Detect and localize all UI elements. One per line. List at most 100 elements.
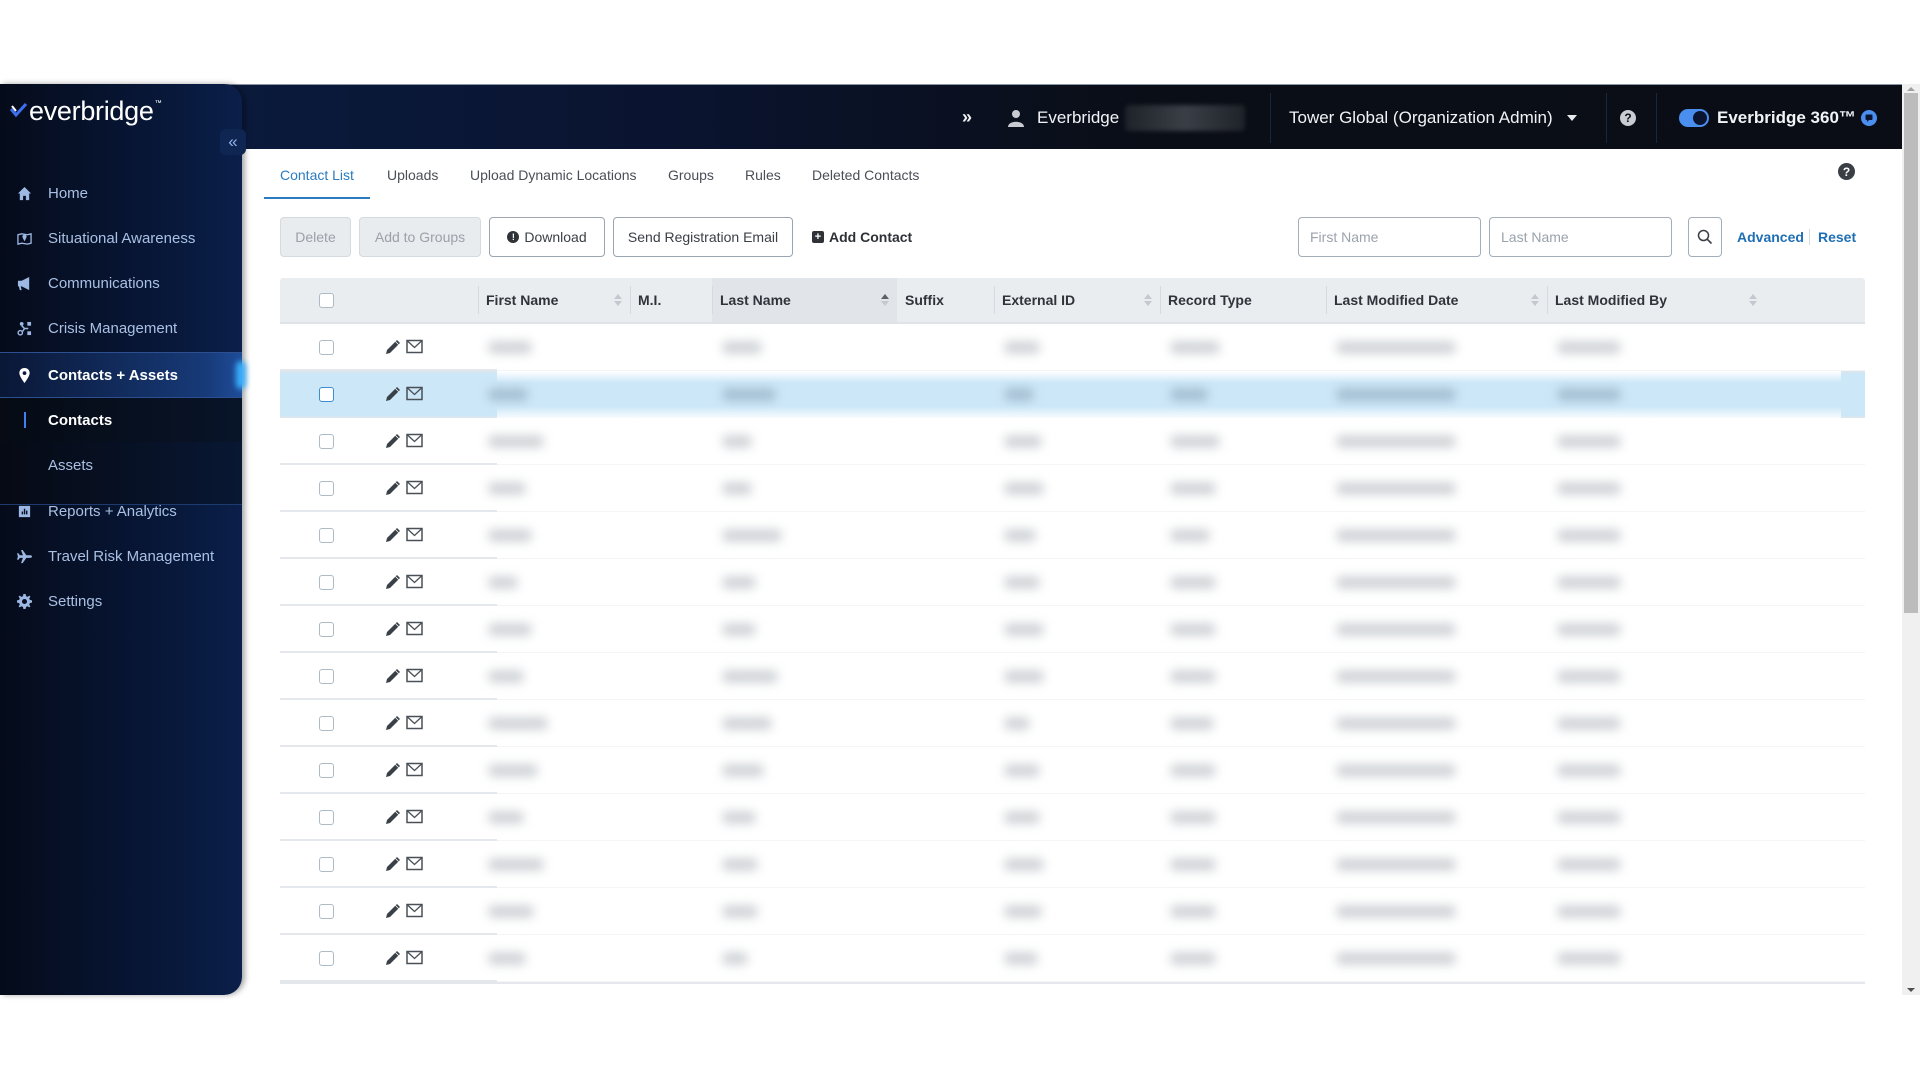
sidebar-subitem-assets[interactable]: Assets (0, 443, 242, 487)
column-header-last-modified-date[interactable]: Last Modified Date (1326, 278, 1547, 322)
row-checkbox[interactable] (319, 340, 334, 355)
send-registration-email-button[interactable]: Send Registration Email (613, 217, 793, 257)
row-checkbox[interactable] (319, 951, 334, 966)
scroll-up-arrow[interactable] (1907, 87, 1915, 91)
edit-pencil-icon[interactable] (385, 480, 401, 501)
column-header-last-modified-by[interactable]: Last Modified By (1547, 278, 1765, 322)
edit-pencil-icon[interactable] (385, 433, 401, 454)
organization-selector[interactable]: Tower Global (Organization Admin) (1289, 85, 1577, 150)
edit-pencil-icon[interactable] (385, 574, 401, 595)
column-header-last-name[interactable]: Last Name (712, 278, 897, 322)
last-name-search-input[interactable] (1489, 217, 1672, 257)
edit-pencil-icon[interactable] (385, 668, 401, 689)
sidebar-item-crisis-management[interactable]: Crisis Management (0, 306, 242, 350)
row-checkbox[interactable] (319, 810, 334, 825)
edit-pencil-icon[interactable] (385, 621, 401, 642)
edit-pencil-icon[interactable] (385, 715, 401, 736)
edit-pencil-icon[interactable] (385, 527, 401, 548)
table-row[interactable] (280, 418, 1865, 465)
sidebar-item-travel-risk-management[interactable]: Travel Risk Management (0, 534, 242, 578)
download-button[interactable]: ! Download (489, 217, 605, 257)
table-row[interactable] (280, 700, 1865, 747)
edit-pencil-icon[interactable] (385, 856, 401, 877)
edit-pencil-icon[interactable] (385, 762, 401, 783)
email-envelope-icon[interactable] (406, 386, 423, 406)
table-row[interactable] (280, 747, 1865, 794)
tab-groups[interactable]: Groups (668, 159, 714, 191)
help-button[interactable]: ? (1620, 85, 1636, 150)
scroll-down-arrow[interactable] (1907, 988, 1915, 992)
collapse-sidebar-button[interactable]: « (220, 129, 246, 155)
row-checkbox[interactable] (319, 387, 334, 402)
email-envelope-icon[interactable] (406, 950, 423, 970)
table-row[interactable] (280, 653, 1865, 700)
table-row[interactable] (280, 606, 1865, 653)
sidebar-item-contacts-assets[interactable]: Contacts + Assets (0, 352, 242, 398)
tab-deleted-contacts[interactable]: Deleted Contacts (812, 159, 919, 191)
table-row[interactable] (280, 888, 1865, 935)
everbridge-360-toggle[interactable]: Everbridge 360™ (1679, 85, 1856, 150)
row-checkbox[interactable] (319, 857, 334, 872)
table-row[interactable] (280, 559, 1865, 606)
edit-pencil-icon[interactable] (385, 339, 401, 360)
chat-button[interactable] (1861, 85, 1877, 150)
row-checkbox[interactable] (319, 481, 334, 496)
row-checkbox[interactable] (319, 434, 334, 449)
first-name-search-input[interactable] (1298, 217, 1481, 257)
email-envelope-icon[interactable] (406, 480, 423, 500)
edit-pencil-icon[interactable] (385, 809, 401, 830)
row-checkbox[interactable] (319, 622, 334, 637)
vertical-scrollbar[interactable] (1902, 84, 1920, 995)
table-row[interactable] (280, 794, 1865, 841)
email-envelope-icon[interactable] (406, 668, 423, 688)
sidebar-item-home[interactable]: Home (0, 171, 242, 215)
user-menu[interactable]: Everbridge (1008, 85, 1246, 150)
edit-pencil-icon[interactable] (385, 950, 401, 971)
row-checkbox[interactable] (319, 716, 334, 731)
email-envelope-icon[interactable] (406, 762, 423, 782)
tab-rules[interactable]: Rules (745, 159, 781, 191)
expand-icon[interactable]: » (962, 85, 972, 150)
email-envelope-icon[interactable] (406, 856, 423, 876)
sidebar-subitem-contacts[interactable]: Contacts (0, 398, 242, 442)
scrollbar-thumb[interactable] (1904, 93, 1918, 613)
row-checkbox[interactable] (319, 763, 334, 778)
email-envelope-icon[interactable] (406, 809, 423, 829)
table-row[interactable] (280, 935, 1865, 982)
email-envelope-icon[interactable] (406, 621, 423, 641)
table-row[interactable] (280, 465, 1865, 512)
tab-uploads[interactable]: Uploads (387, 159, 438, 191)
everbridge-logo[interactable]: everbridge ™ (10, 94, 162, 128)
row-checkbox[interactable] (319, 575, 334, 590)
tab-contact-list[interactable]: Contact List (280, 159, 354, 191)
select-all-checkbox[interactable] (319, 293, 334, 308)
tab-upload-dynamic-locations[interactable]: Upload Dynamic Locations (470, 159, 637, 191)
table-row[interactable] (280, 371, 1865, 418)
email-envelope-icon[interactable] (406, 527, 423, 547)
row-checkbox[interactable] (319, 904, 334, 919)
edit-pencil-icon[interactable] (385, 903, 401, 924)
column-header-first-name[interactable]: First Name (478, 278, 630, 322)
column-header-external-id[interactable]: External ID (994, 278, 1160, 322)
edit-pencil-icon[interactable] (385, 386, 401, 407)
email-envelope-icon[interactable] (406, 715, 423, 735)
row-checkbox[interactable] (319, 669, 334, 684)
delete-button[interactable]: Delete (280, 217, 351, 257)
reset-link[interactable]: Reset (1818, 217, 1856, 257)
table-row[interactable] (280, 324, 1865, 371)
search-button[interactable] (1688, 217, 1722, 257)
sidebar-item-reports-analytics[interactable]: Reports + Analytics (0, 489, 242, 533)
sidebar-item-communications[interactable]: Communications (0, 261, 242, 305)
sidebar-item-situational-awareness[interactable]: Situational Awareness (0, 216, 242, 260)
email-envelope-icon[interactable] (406, 903, 423, 923)
help-icon[interactable]: ? (1838, 163, 1855, 180)
sidebar-item-settings[interactable]: Settings (0, 579, 242, 623)
advanced-search-link[interactable]: Advanced (1737, 217, 1804, 257)
table-row[interactable] (280, 841, 1865, 888)
add-contact-button[interactable]: + Add Contact (812, 217, 912, 257)
table-row[interactable] (280, 512, 1865, 559)
email-envelope-icon[interactable] (406, 339, 423, 359)
email-envelope-icon[interactable] (406, 574, 423, 594)
email-envelope-icon[interactable] (406, 433, 423, 453)
toggle-switch[interactable] (1679, 108, 1709, 127)
